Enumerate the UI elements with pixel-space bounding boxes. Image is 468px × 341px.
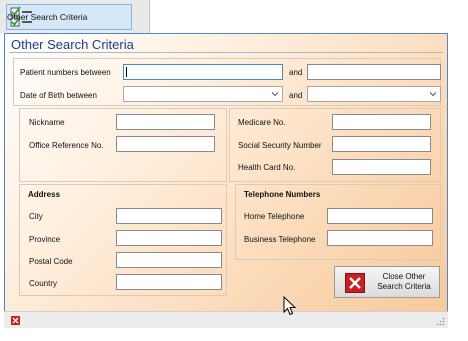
office-reference-input[interactable] (116, 136, 215, 152)
patient-numbers-and-label: and (289, 68, 303, 77)
postal-code-label: Postal Code (29, 257, 73, 266)
ssn-input[interactable] (332, 136, 431, 152)
city-label: City (29, 212, 43, 221)
medicare-label: Medicare No. (238, 118, 286, 127)
dob-label: Date of Birth between (20, 91, 97, 100)
close-button-line1: Close Other (382, 272, 426, 281)
country-label: Country (29, 279, 58, 288)
medicare-input[interactable] (332, 114, 431, 130)
close-button-line2: Search Criteria (377, 282, 431, 291)
patient-numbers-label: Patient numbers between (20, 68, 111, 77)
nickname-label: Nickname (29, 118, 65, 127)
dialog-title: Other Search Criteria (11, 37, 134, 52)
dob-from-select[interactable] (123, 86, 283, 102)
dob-and-label: and (289, 91, 303, 100)
title-divider (9, 52, 443, 53)
other-search-criteria-dialog: Other Search Criteria Patient numbers be… (4, 33, 448, 328)
country-input[interactable] (116, 274, 222, 290)
address-header: Address (28, 190, 61, 199)
mouse-cursor-icon (283, 296, 297, 316)
close-button-label: Close Other Search Criteria (371, 272, 437, 292)
nickname-input[interactable] (116, 114, 215, 130)
home-telephone-label: Home Telephone (244, 212, 305, 221)
home-telephone-input[interactable] (327, 208, 433, 224)
health-card-label: Health Card No. (238, 163, 296, 172)
dropdown-chevron-icon (271, 92, 279, 97)
status-close-icon[interactable] (11, 316, 20, 325)
province-input[interactable] (116, 230, 222, 246)
patient-number-to-input[interactable] (307, 64, 441, 80)
status-bar (4, 311, 448, 328)
business-telephone-label: Business Telephone (244, 235, 316, 244)
other-search-criteria-button-label: Other Search Criteria (7, 12, 88, 22)
office-reference-label: Office Reference No. (29, 141, 104, 150)
toolbar: Other Search Criteria (0, 0, 150, 33)
other-search-criteria-button[interactable]: Other Search Criteria (6, 4, 132, 30)
text-caret (126, 67, 127, 77)
close-x-icon (345, 273, 365, 293)
patient-number-from-input[interactable] (123, 64, 283, 80)
dob-to-select[interactable] (307, 86, 441, 102)
city-input[interactable] (116, 208, 222, 224)
dropdown-chevron-icon (429, 92, 437, 97)
close-other-search-criteria-button[interactable]: Close Other Search Criteria (334, 266, 440, 298)
resize-grip-icon[interactable] (436, 317, 445, 326)
health-card-input[interactable] (332, 159, 431, 175)
ssn-label: Social Security Number (238, 141, 322, 150)
province-label: Province (29, 235, 61, 244)
telephone-header: Telephone Numbers (244, 190, 321, 199)
business-telephone-input[interactable] (327, 230, 433, 246)
postal-code-input[interactable] (116, 252, 222, 268)
